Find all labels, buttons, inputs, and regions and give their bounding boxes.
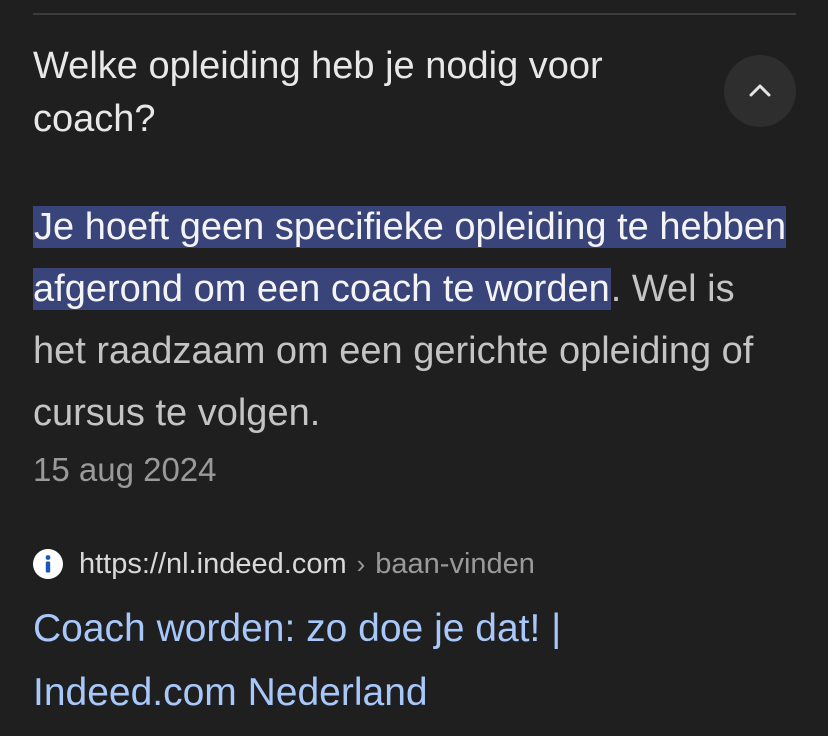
faq-answer: Je hoeft geen specifieke opleiding te he… — [33, 196, 793, 444]
top-divider — [33, 13, 796, 15]
faq-question[interactable]: Welke opleiding heb je nodig voor coach? — [33, 40, 703, 146]
answer-date: 15 aug 2024 — [33, 451, 217, 488]
breadcrumb-separator: › — [356, 548, 366, 579]
source-citation[interactable]: https://nl.indeed.com › baan-vinden — [33, 543, 535, 585]
info-icon — [33, 549, 63, 579]
collapse-button[interactable] — [724, 55, 796, 127]
source-url[interactable]: https://nl.indeed.com — [79, 548, 347, 581]
source-path[interactable]: baan-vinden — [375, 548, 535, 581]
chevron-up-icon — [749, 84, 771, 97]
result-link[interactable]: Coach worden: zo doe je dat! | Indeed.co… — [33, 597, 733, 725]
